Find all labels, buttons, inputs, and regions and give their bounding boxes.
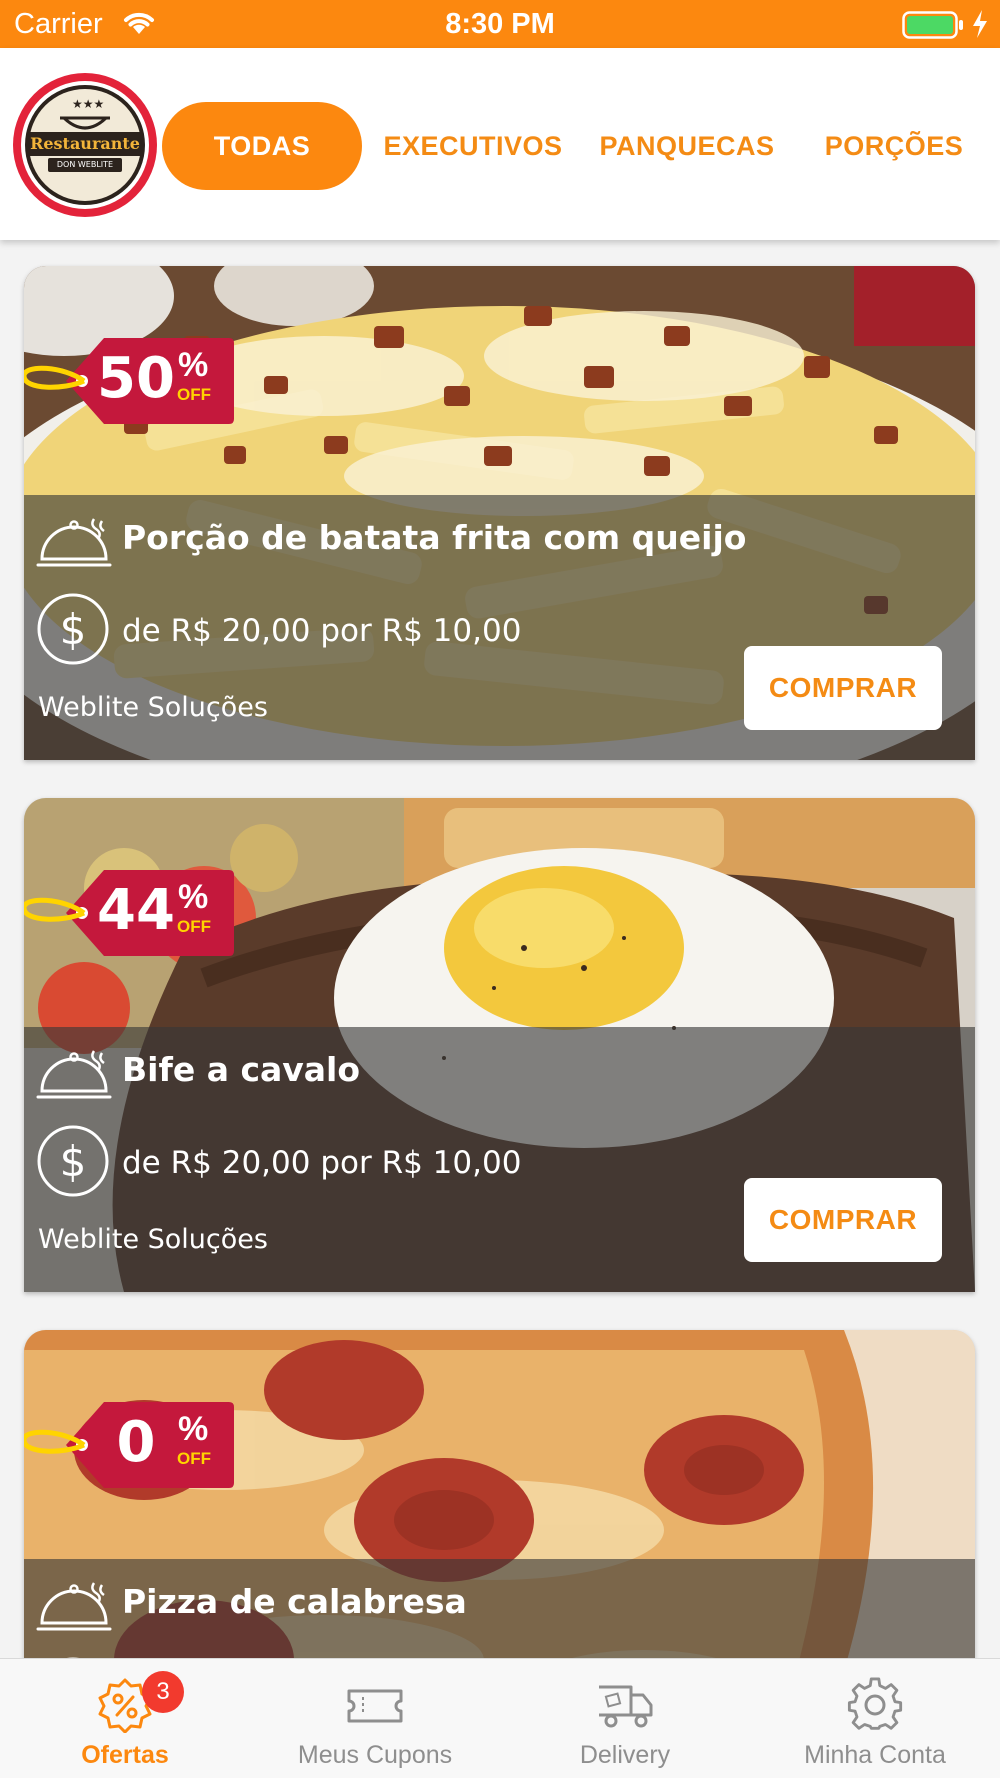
dollar-circle-icon: $ <box>36 592 110 671</box>
logo-title: Restaurante <box>30 134 140 153</box>
buy-button[interactable]: COMPRAR <box>744 1178 942 1262</box>
offer-info-overlay: Pizza de calabresa $ <box>24 1559 975 1658</box>
svg-text:$: $ <box>60 605 87 654</box>
svg-text:★★★: ★★★ <box>72 97 104 111</box>
offer-name: Pizza de calabresa <box>122 1582 467 1621</box>
status-bar: Carrier 8:30 PM <box>0 0 1000 48</box>
tabbar-label: Delivery <box>579 1741 671 1769</box>
offer-price: de R$ 20,00 por R$ 10,00 <box>122 613 522 649</box>
ticket-icon <box>347 1689 403 1723</box>
discount-tag: 44 % OFF <box>24 868 234 958</box>
gear-icon <box>847 1677 903 1730</box>
battery-icon <box>902 11 964 44</box>
tab-panquecas[interactable]: PANQUECAS <box>590 102 784 190</box>
offer-info-overlay: Bife a cavalo $ de R$ 20,00 por R$ 10,00… <box>24 1027 975 1292</box>
cloche-icon <box>36 1581 112 1642</box>
dollar-circle-icon: $ <box>36 1124 110 1203</box>
offer-card[interactable]: 0 % OFF Pizza de calabresa $ <box>24 1330 975 1658</box>
discount-value: 0 <box>116 1410 156 1475</box>
tab-todas[interactable]: TODAS <box>162 102 362 190</box>
restaurant-logo[interactable]: ★★★ Restaurante DON WEBLITE <box>12 72 158 218</box>
discount-percent: % <box>178 878 209 916</box>
tabbar-item-delivery[interactable]: Delivery <box>500 1659 750 1778</box>
offers-list[interactable]: 50 % OFF Porção de batata frita com quei… <box>0 240 1000 1658</box>
carrier-label: Carrier <box>14 8 103 40</box>
discount-tag: 50 % OFF <box>24 336 234 426</box>
discount-off-label: OFF <box>177 385 211 404</box>
offer-card[interactable]: 50 % OFF Porção de batata frita com quei… <box>24 266 975 760</box>
logo-subtitle: DON WEBLITE <box>56 160 114 169</box>
discount-tag: 0 % OFF <box>24 1400 234 1490</box>
delivery-truck-icon <box>599 1685 653 1728</box>
bottom-tab-bar: 3 Ofertas Meus Cupons Delivery Minha Con… <box>0 1658 1000 1778</box>
tab-executivos[interactable]: EXECUTIVOS <box>378 102 568 190</box>
cloche-icon <box>36 517 112 578</box>
discount-value: 44 <box>97 878 175 943</box>
discount-percent: % <box>178 346 209 384</box>
tabbar-label: Meus Cupons <box>297 1741 453 1769</box>
tab-porcoes[interactable]: PORÇÕES <box>806 102 982 190</box>
discount-percent: % <box>178 1410 209 1448</box>
wifi-icon <box>122 10 156 41</box>
offer-seller: Weblite Soluções <box>38 692 268 723</box>
charging-bolt-icon <box>970 9 990 44</box>
offer-name: Bife a cavalo <box>122 1050 361 1089</box>
offer-card[interactable]: 44 % OFF Bife a cavalo $ de R$ 20,00 por… <box>24 798 975 1292</box>
tabbar-item-ofertas[interactable]: 3 Ofertas <box>0 1659 250 1778</box>
notification-badge: 3 <box>142 1671 184 1713</box>
discount-off-label: OFF <box>177 1449 211 1468</box>
tabbar-label: Minha Conta <box>804 1741 946 1769</box>
offer-name: Porção de batata frita com queijo <box>122 518 747 557</box>
cloche-icon <box>36 1049 112 1110</box>
offer-info-overlay: Porção de batata frita com queijo $ de R… <box>24 495 975 760</box>
svg-text:$: $ <box>60 1137 87 1186</box>
buy-button[interactable]: COMPRAR <box>744 646 942 730</box>
offer-seller: Weblite Soluções <box>38 1224 268 1255</box>
category-header: ★★★ Restaurante DON WEBLITE TODAS EXECUT… <box>0 48 1000 240</box>
tabbar-label: Ofertas <box>81 1741 169 1769</box>
discount-value: 50 <box>97 346 175 411</box>
discount-off-label: OFF <box>177 917 211 936</box>
tabbar-item-minha-conta[interactable]: Minha Conta <box>750 1659 1000 1778</box>
tabbar-item-meus-cupons[interactable]: Meus Cupons <box>250 1659 500 1778</box>
offer-price: de R$ 20,00 por R$ 10,00 <box>122 1145 522 1181</box>
